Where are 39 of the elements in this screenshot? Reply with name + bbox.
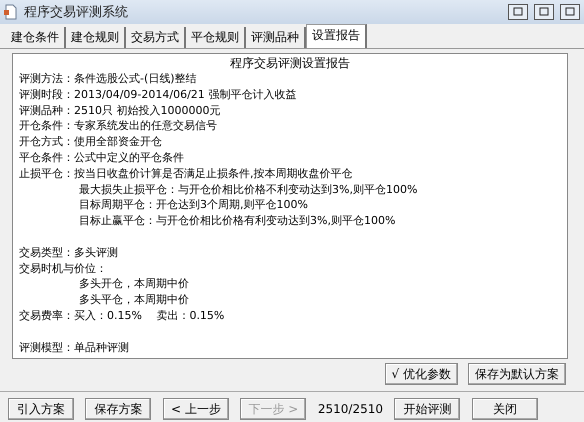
report-detail: 最大损失止损平仓：与开仓价相比价格不利变动达到3%,则平仓100% — [79, 182, 418, 198]
report-label: 交易时机与价位： — [19, 260, 107, 276]
report-label: 评测品种： — [19, 102, 74, 118]
report-label: 开仓条件： — [19, 118, 74, 134]
footer-button[interactable]: 开始评测 — [394, 398, 460, 420]
progress-count: 2510/2510 — [318, 402, 383, 416]
report-value: 公式中定义的平仓条件 — [74, 150, 184, 166]
report-value: 按当日收盘价计算是否满足止损条件,按本周期收盘价平仓 — [74, 166, 352, 182]
footer-button[interactable]: < 上一步 — [162, 398, 229, 420]
window-title: 程序交易评测系统 — [24, 4, 129, 21]
report-value: 条件选股公式-(日线)整结 — [74, 71, 197, 87]
optimize-button[interactable]: √ 优化参数 — [384, 363, 458, 385]
report-value: 单品种评测 — [74, 340, 129, 356]
report-label: 评测模型： — [19, 340, 74, 356]
save-default-button[interactable]: 保存为默认方案 — [468, 363, 566, 385]
report-heading: 程序交易评测设置报告 — [229, 55, 351, 71]
report-label: 交易费率： — [19, 308, 74, 324]
report-value: 2510只 初始投入1000000元 — [74, 102, 220, 118]
report-detail: 目标周期平仓：开仓达到3个周期,则平仓100% — [79, 197, 308, 214]
report-label: 止损平仓： — [19, 166, 74, 182]
report-label: 评测时段： — [19, 86, 74, 103]
report-label: 平仓条件： — [19, 150, 74, 166]
report-value: 专家系统发出的任意交易信号 — [74, 118, 217, 134]
footer-button[interactable]: 保存方案 — [85, 398, 152, 420]
maximize-button[interactable] — [534, 4, 554, 20]
tab[interactable]: 设置报告 — [306, 24, 367, 48]
app-icon — [4, 4, 18, 20]
report-label: 开仓方式： — [19, 134, 74, 150]
report-value: 多头评测 — [74, 244, 118, 261]
report-detail: 多头平仓，本周期中价 — [79, 292, 189, 308]
report-value: 2013/04/09-2014/06/21 强制平仓计入收益 — [74, 86, 296, 103]
footer-button[interactable]: 引入方案 — [8, 398, 74, 420]
footer-button[interactable]: 关闭 — [472, 398, 538, 420]
report-label: 交易类型： — [19, 244, 74, 261]
report-detail: 多头开仓，本周期中价 — [79, 276, 189, 292]
report-detail: 目标止赢平仓：与开仓价相比价格有利变动达到3%,则平仓100% — [79, 213, 396, 229]
report-value: 使用全部资金开仓 — [74, 134, 162, 150]
report-label: 评测方法： — [19, 71, 74, 87]
report-value: 买入：0.15% 卖出：0.15% — [74, 308, 224, 324]
